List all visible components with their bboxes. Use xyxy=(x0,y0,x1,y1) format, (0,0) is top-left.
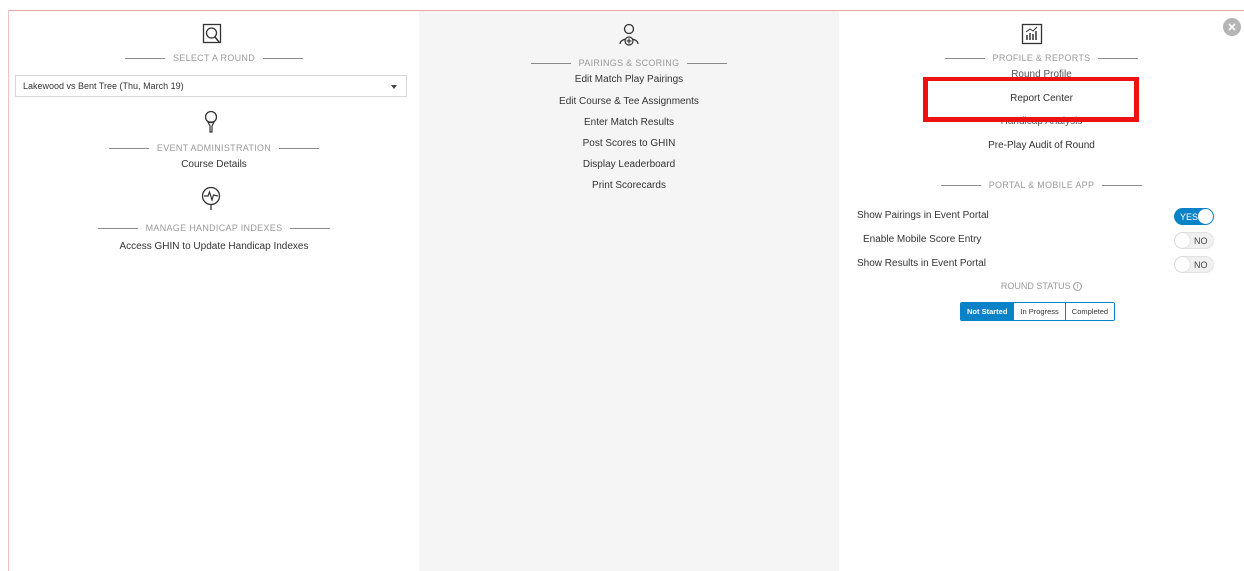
heartbeat-pin-icon xyxy=(200,186,222,212)
info-icon[interactable]: i xyxy=(1073,282,1083,292)
round-select-value: Lakewood vs Bent Tree (Thu, March 19) xyxy=(23,81,184,91)
post-scores-ghin-link[interactable]: Post Scores to GHIN xyxy=(419,138,839,149)
pre-play-audit-link[interactable]: Pre-Play Audit of Round xyxy=(839,140,1244,151)
edit-match-play-pairings-link[interactable]: Edit Match Play Pairings xyxy=(419,74,839,85)
left-column: SELECT A ROUND Lakewood vs Bent Tree (Th… xyxy=(9,11,419,571)
pairings-scoring-title: PAIRINGS & SCORING xyxy=(419,58,839,68)
enter-match-results-link[interactable]: Enter Match Results xyxy=(419,117,839,128)
close-icon xyxy=(1228,23,1236,31)
print-scorecards-link[interactable]: Print Scorecards xyxy=(419,180,839,191)
event-admin-title: EVENT ADMINISTRATION xyxy=(9,143,419,153)
display-leaderboard-link[interactable]: Display Leaderboard xyxy=(419,159,839,170)
report-chart-icon xyxy=(1021,23,1043,45)
chevron-down-icon xyxy=(391,85,397,89)
portal-mobile-title: PORTAL & MOBILE APP xyxy=(839,180,1244,190)
close-button[interactable] xyxy=(1223,18,1241,36)
toggle-knob xyxy=(1175,233,1190,248)
status-completed-button[interactable]: Completed xyxy=(1064,303,1115,320)
course-details-link[interactable]: Course Details xyxy=(9,159,419,170)
toggle-knob xyxy=(1198,209,1213,224)
toggle-row-show-results: Show Results in Event Portal NO xyxy=(839,256,1244,274)
toggle-label: Show Pairings in Event Portal xyxy=(857,210,989,221)
select-round-title: SELECT A ROUND xyxy=(9,53,419,63)
status-not-started-button[interactable]: Not Started xyxy=(961,303,1014,320)
add-user-icon xyxy=(618,23,640,47)
edit-course-tee-link[interactable]: Edit Course & Tee Assignments xyxy=(419,96,839,107)
search-document-icon xyxy=(202,23,222,45)
toggle-row-mobile-score: Enable Mobile Score Entry NO xyxy=(839,232,1244,250)
golf-tee-icon xyxy=(202,110,220,134)
handicap-title: MANAGE HANDICAP INDEXES xyxy=(9,223,419,233)
toggle-label: Enable Mobile Score Entry xyxy=(863,234,982,245)
show-results-toggle[interactable]: NO xyxy=(1174,256,1214,273)
toggle-knob xyxy=(1175,257,1190,272)
toggle-row-show-pairings: Show Pairings in Event Portal YES xyxy=(839,208,1244,226)
middle-column: PAIRINGS & SCORING Edit Match Play Pairi… xyxy=(419,11,839,571)
show-pairings-toggle[interactable]: YES xyxy=(1174,208,1214,225)
toggle-label: Show Results in Event Portal xyxy=(857,258,986,269)
round-select[interactable]: Lakewood vs Bent Tree (Thu, March 19) xyxy=(15,75,407,97)
status-in-progress-button[interactable]: In Progress xyxy=(1013,303,1065,320)
round-status-segmented-control: Not Started In Progress Completed xyxy=(960,302,1116,321)
access-ghin-link[interactable]: Access GHIN to Update Handicap Indexes xyxy=(9,241,419,252)
mobile-score-toggle[interactable]: NO xyxy=(1174,232,1214,249)
round-status-title: ROUND STATUS i xyxy=(839,281,1244,292)
profile-reports-title: PROFILE & REPORTS xyxy=(839,53,1244,63)
highlight-box xyxy=(923,77,1139,122)
